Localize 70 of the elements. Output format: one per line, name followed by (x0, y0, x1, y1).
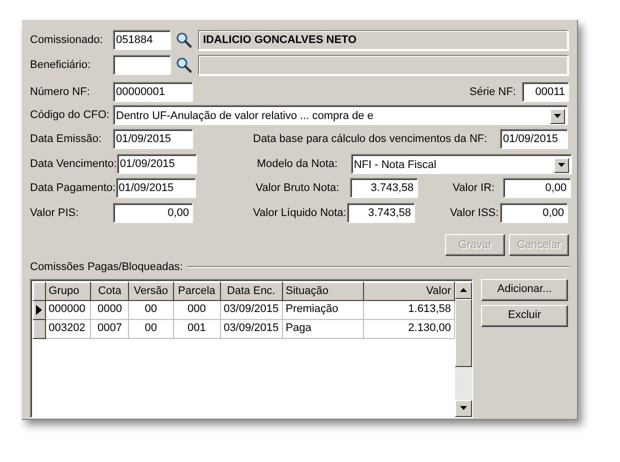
field-label: Valor Líquido Nota: (253, 206, 347, 221)
column-header[interactable]: Versão (128, 282, 174, 300)
field-label: Data base para cálculo dos vencimentos da NF: (253, 132, 488, 147)
dropdown-button[interactable] (550, 108, 565, 124)
table-cell: 2.130,00 (364, 319, 454, 338)
table-cell: 00 (128, 300, 174, 319)
field-label: Valor ISS: (450, 206, 500, 221)
scrollbar[interactable] (455, 282, 472, 416)
table-cell: 000 (173, 300, 220, 319)
caret-icon (554, 114, 561, 118)
input-field[interactable]: 01/09/2015 (116, 178, 196, 198)
caret-icon (558, 163, 565, 167)
table-cell: 003202 (45, 319, 91, 338)
table-cell: 000000 (45, 300, 91, 319)
caret-icon (460, 288, 467, 292)
name-display: IDALICIO GONCALVES NETO (198, 30, 568, 50)
input-field[interactable]: 051884 (113, 30, 171, 50)
column-header[interactable]: Valor (364, 282, 454, 300)
input-field[interactable]: 00000001 (113, 82, 193, 102)
dropdown-field[interactable]: Dentro UF-Anulação de valor relativo ... compra de e (113, 105, 568, 125)
scrollbar-thumb[interactable] (455, 298, 472, 366)
field-label: Valor IR: (452, 180, 496, 196)
table-cell: 03/09/2015 (220, 300, 282, 319)
table-cell: 00 (128, 319, 174, 338)
table-cell: Premiação (282, 300, 364, 319)
scroll-up-button[interactable] (455, 282, 472, 298)
table-cell: 0000 (90, 300, 129, 319)
column-header[interactable]: Cota (90, 282, 129, 300)
caret-icon (460, 406, 467, 410)
field-label: Comissionado: (30, 32, 104, 48)
search-icon[interactable] (176, 32, 192, 48)
input-field[interactable]: 01/09/2015 (500, 129, 568, 149)
dropdown-button[interactable] (554, 158, 569, 172)
field-label: Valor Bruto Nota: (256, 180, 340, 196)
column-header[interactable]: Parcela (173, 282, 220, 300)
row-indicator[interactable] (34, 300, 46, 319)
scroll-down-button[interactable] (455, 400, 472, 416)
table-cell: 0007 (90, 319, 129, 338)
column-header[interactable]: Data Enc. (220, 282, 282, 300)
row-indicator (34, 282, 46, 300)
input-field[interactable]: 01/09/2015 (116, 154, 197, 174)
input-field[interactable]: 0,00 (500, 203, 568, 223)
field-label: Modelo da Nota: (256, 156, 339, 172)
field-label: Número NF: (30, 84, 91, 100)
table-cell: 001 (173, 319, 220, 338)
row-indicator[interactable] (34, 319, 46, 338)
table-cell: 03/09/2015 (220, 319, 282, 338)
input-field[interactable]: 3.743,58 (350, 178, 418, 198)
column-header[interactable]: Situação (282, 282, 364, 300)
field-label: Data Vencimento: (30, 156, 117, 172)
field-label: Código do CFO: (30, 108, 110, 123)
table-cell: Paga (282, 319, 364, 338)
group-caption: Comissões Pagas/Bloqueadas: (30, 260, 183, 275)
action-button[interactable]: Adicionar... (481, 278, 568, 300)
input-field[interactable] (113, 55, 171, 75)
field-label: Série NF: (470, 84, 516, 100)
field-label: Valor PIS: (30, 206, 80, 221)
dropdown-field[interactable]: NFI - Nota Fiscal (350, 154, 572, 174)
search-icon[interactable] (176, 57, 192, 73)
action-button[interactable]: Excluir (481, 304, 568, 326)
field-label: Data Emissão: (30, 132, 103, 147)
input-field[interactable]: 0,00 (502, 178, 571, 198)
input-field[interactable]: 0,00 (113, 203, 193, 223)
input-field[interactable]: 01/09/2015 (113, 129, 193, 149)
table-cell: 1.613,58 (364, 300, 454, 319)
input-field[interactable]: 00011 (522, 82, 569, 102)
field-label: Data Pagamento: (30, 180, 116, 196)
column-header[interactable]: Grupo (45, 282, 91, 300)
field-label: Beneficiário: (30, 58, 92, 73)
input-field[interactable]: 3.743,58 (347, 203, 415, 223)
